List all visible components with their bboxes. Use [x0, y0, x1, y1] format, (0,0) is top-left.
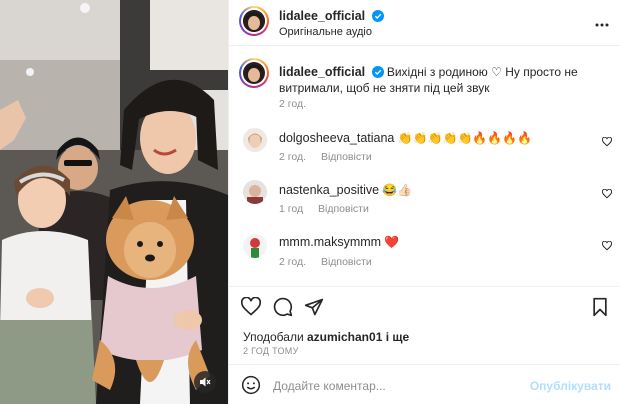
caption-text-line2: витримали, щоб не зняти під цей звук — [279, 81, 490, 95]
share-button[interactable] — [304, 297, 324, 320]
bookmark-icon — [593, 297, 607, 317]
caption-text-line1: Вихідні з родиною ♡ Ну просто не — [386, 65, 578, 79]
verified-icon — [371, 10, 384, 22]
comment-time: 2 год. — [279, 151, 307, 163]
comment-username[interactable]: mmm.maksymmm — [279, 235, 381, 249]
author-avatar[interactable] — [243, 10, 265, 32]
heart-icon — [601, 188, 613, 199]
post-video-frame — [0, 0, 228, 404]
more-options-button[interactable] — [595, 16, 609, 30]
caption-avatar[interactable] — [243, 62, 265, 84]
likes-summary: Уподобали azumichan01 і ще — [243, 329, 409, 345]
post-media[interactable] — [0, 0, 228, 404]
caption-username[interactable]: lidalee_official — [279, 65, 365, 79]
author-username[interactable]: lidalee_official — [279, 9, 365, 23]
comment-meta: 2 год. Відповісти — [279, 151, 372, 163]
add-comment-bar: Додайте коментар... Опублікувати — [229, 364, 620, 404]
comment-avatar[interactable] — [243, 128, 267, 152]
comment-1: dolgosheeva_tatiana 👏👏👏👏👏🔥🔥🔥🔥 — [279, 130, 532, 146]
comment-3: mmm.maksymmm ❤️ — [279, 234, 399, 250]
like-comment-button[interactable] — [601, 188, 613, 202]
comment-input[interactable]: Додайте коментар... — [273, 379, 386, 393]
comment-text: ❤️ — [384, 235, 400, 249]
like-button[interactable] — [240, 296, 262, 320]
like-comment-button[interactable] — [601, 136, 613, 150]
more-icon — [595, 23, 609, 27]
caption-time: 2 год. — [279, 98, 307, 110]
publish-button[interactable]: Опублікувати — [530, 379, 611, 393]
comment-username[interactable]: nastenka_positive — [279, 183, 379, 197]
comment-avatar[interactable] — [243, 180, 267, 204]
like-comment-button[interactable] — [601, 240, 613, 254]
comment-text: 😂👍🏻 — [382, 183, 413, 197]
comment-time: 2 год. — [279, 256, 307, 268]
mute-button[interactable] — [194, 371, 216, 393]
comment-avatar[interactable] — [243, 234, 267, 258]
story-ring[interactable] — [239, 6, 269, 36]
avatar-image — [243, 180, 267, 204]
heart-icon — [240, 296, 262, 316]
mute-icon — [200, 377, 211, 387]
comment-time: 1 год — [279, 203, 304, 215]
avatar-image — [243, 10, 265, 32]
comment-icon — [273, 297, 293, 317]
reply-button[interactable]: Відповісти — [318, 203, 369, 215]
comment-meta: 1 год Відповісти — [279, 203, 369, 215]
emoji-icon — [241, 375, 261, 395]
heart-icon — [601, 136, 613, 147]
post-header: lidalee_official Оригінальне аудіо — [229, 0, 620, 46]
audio-label[interactable]: Оригінальне аудіо — [279, 26, 372, 38]
comment-text: 👏👏👏👏👏🔥🔥🔥🔥 — [397, 131, 533, 145]
heart-icon — [601, 240, 613, 251]
likes-user[interactable]: azumichan01 — [307, 330, 382, 344]
caption-story-ring[interactable] — [239, 58, 269, 88]
post-details-panel: lidalee_official Оригінальне аудіо lidal… — [228, 0, 620, 404]
avatar-image — [243, 62, 265, 84]
comment-username[interactable]: dolgosheeva_tatiana — [279, 131, 394, 145]
reply-button[interactable]: Відповісти — [321, 256, 372, 268]
post-timestamp[interactable]: 2 ГОД ТОМУ — [243, 346, 299, 356]
comment-2: nastenka_positive 😂👍🏻 — [279, 182, 412, 198]
caption: lidalee_official Вихідні з родиною ♡ Ну … — [279, 64, 609, 96]
comment-button[interactable] — [273, 297, 293, 320]
likes-more[interactable]: і ще — [386, 330, 409, 344]
likes-prefix: Уподобали — [243, 330, 304, 344]
avatar-image — [243, 234, 267, 258]
verified-icon — [371, 66, 384, 78]
instagram-post-modal: lidalee_official Оригінальне аудіо lidal… — [0, 0, 620, 404]
save-button[interactable] — [591, 297, 609, 320]
reply-button[interactable]: Відповісти — [321, 151, 372, 163]
emoji-button[interactable] — [241, 375, 261, 398]
share-icon — [304, 298, 324, 316]
avatar-image — [243, 128, 267, 152]
comment-meta: 2 год. Відповісти — [279, 256, 372, 268]
